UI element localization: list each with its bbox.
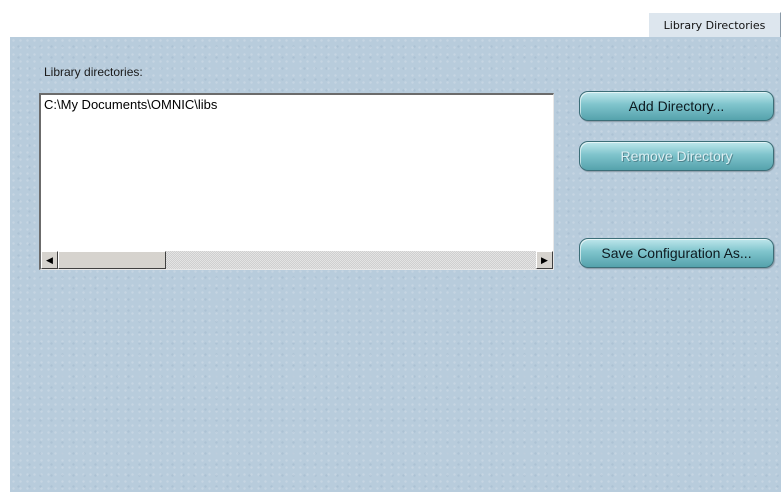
scroll-left-arrow-icon[interactable]: ◀: [41, 251, 58, 269]
add-directory-button[interactable]: Add Directory...: [579, 91, 774, 121]
list-item[interactable]: C:\My Documents\OMNIC\libs: [44, 97, 217, 112]
save-configuration-as-button[interactable]: Save Configuration As...: [579, 238, 774, 268]
library-directories-panel: Library directories: C:\My Documents\OMN…: [9, 36, 781, 492]
tab-library-directories[interactable]: Library Directories: [648, 12, 781, 37]
scrollbar-thumb[interactable]: [58, 251, 166, 269]
scroll-right-arrow-icon[interactable]: ▶: [536, 251, 553, 269]
library-directories-list[interactable]: C:\My Documents\OMNIC\libs ◀ ▶: [39, 93, 554, 270]
horizontal-scrollbar[interactable]: ◀ ▶: [41, 251, 553, 269]
remove-directory-button[interactable]: Remove Directory: [579, 141, 774, 171]
library-directories-label: Library directories:: [44, 65, 143, 79]
